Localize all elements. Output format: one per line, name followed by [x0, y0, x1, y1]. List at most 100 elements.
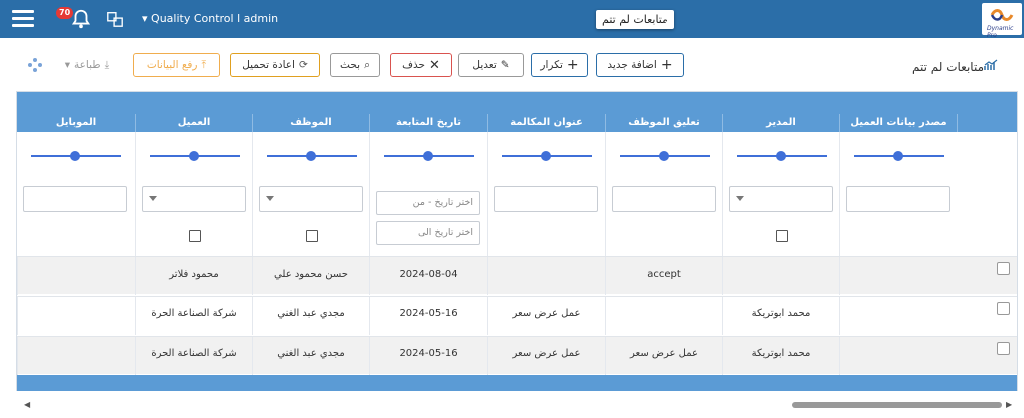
- cell-comment: accept: [605, 257, 722, 295]
- tab-close-button[interactable]: X: [665, 12, 673, 26]
- cell-comment: [605, 297, 722, 335]
- filter-mobile: [17, 132, 135, 256]
- language-icon[interactable]: [106, 10, 124, 28]
- cell-employee-text: مجدي عبد الغني: [277, 348, 345, 359]
- logo-text: Dynamic Pro: [987, 25, 1014, 39]
- title-filter-input[interactable]: [494, 186, 598, 212]
- delete-button[interactable]: حذف ✕: [390, 53, 452, 77]
- edit-button[interactable]: تعديل ✎: [458, 53, 524, 77]
- user-dropdown[interactable]: ▾ Quality Control l admin: [142, 12, 278, 25]
- filter-manager: [722, 132, 839, 256]
- date-from-input[interactable]: اختر تاريخ - من: [376, 191, 480, 215]
- scrollbar-thumb[interactable]: [792, 402, 1002, 408]
- employee-filter-checkbox[interactable]: [306, 230, 318, 242]
- scroll-left-icon[interactable]: ◀: [24, 400, 30, 409]
- cell-manager-text: محمد ابوتريكة: [751, 308, 811, 319]
- repeat-button[interactable]: تكرار +: [531, 53, 588, 77]
- date-to-input[interactable]: اختر تاريخ الى: [376, 221, 480, 245]
- cell-client: محمود فلاتر: [135, 257, 252, 295]
- cell-comment: عمل عرض سعر: [605, 337, 722, 375]
- page-title: متابعات لم تتم: [911, 60, 984, 74]
- comment-filter-input[interactable]: [612, 186, 716, 212]
- manager-filter-checkbox[interactable]: [776, 230, 788, 242]
- client-filter-checkbox[interactable]: [189, 230, 201, 242]
- row-checkbox[interactable]: [997, 342, 1010, 355]
- dropdown-arrow-icon: [736, 196, 744, 201]
- title-slider[interactable]: [502, 149, 592, 163]
- cell-title-text: عمل عرض سعر: [512, 348, 581, 359]
- chevron-down-icon: ▾: [64, 59, 70, 71]
- mobile-slider[interactable]: [31, 149, 121, 163]
- app-logo: Dynamic Pro: [982, 3, 1022, 39]
- settings-dots-icon[interactable]: [28, 58, 42, 72]
- header-mobile[interactable]: الموبايل: [17, 114, 135, 132]
- cell-comment-text: عمل عرض سعر: [630, 348, 698, 359]
- cell-employee: مجدي عبد الغني: [252, 337, 369, 375]
- top-navbar: 70 ▾ Quality Control l admin متابعات لم …: [0, 0, 1024, 39]
- manager-slider[interactable]: [737, 149, 827, 163]
- header-comment[interactable]: تعليق الموظف: [605, 114, 722, 132]
- cell-client: شركة الصناعة الحرة: [135, 297, 252, 335]
- table-row[interactable]: محمد ابوتريكة عمل عرض سعر عمل عرض سعر 2024-…: [17, 336, 1017, 375]
- dropdown-arrow-icon: [266, 196, 274, 201]
- manager-filter-select[interactable]: [729, 186, 833, 212]
- edit-icon: ✎: [500, 59, 510, 71]
- reload-button[interactable]: اعادة تحميل ⟳: [230, 53, 320, 77]
- filter-row: اختر تاريخ - من اختر تاريخ الى: [17, 132, 1017, 256]
- cell-mobile: [17, 257, 135, 295]
- cell-date: 2024-08-04: [369, 257, 487, 295]
- hamburger-menu-icon[interactable]: [12, 10, 34, 28]
- cell-source: [839, 297, 957, 335]
- cell-manager: [722, 257, 839, 295]
- comment-slider[interactable]: [620, 149, 710, 163]
- source-slider[interactable]: [854, 149, 944, 163]
- horizontal-scrollbar[interactable]: ◀ ▶: [16, 398, 1018, 412]
- cell-employee-text: حسن محمود علي: [274, 269, 348, 280]
- client-slider[interactable]: [150, 149, 240, 163]
- filter-employee: [252, 132, 369, 256]
- cell-comment-text: accept: [647, 269, 681, 280]
- cell-client-text: شركة الصناعة الحرة: [151, 308, 237, 319]
- upload-button[interactable]: رفع البيانات ⤒: [133, 53, 220, 77]
- filter-client: [135, 132, 252, 256]
- header-manager[interactable]: المدير: [722, 114, 839, 132]
- cell-source: [839, 257, 957, 295]
- mobile-filter-input[interactable]: [23, 186, 127, 212]
- filter-comment: [605, 132, 722, 256]
- cell-client-text: شركة الصناعة الحرة: [151, 348, 237, 359]
- source-filter-input[interactable]: [846, 186, 950, 212]
- client-filter-select[interactable]: [142, 186, 246, 212]
- filter-date: اختر تاريخ - من اختر تاريخ الى: [369, 132, 487, 256]
- header-client[interactable]: العميل: [135, 114, 252, 132]
- table-row[interactable]: محمد ابوتريكة عمل عرض سعر 2024-05-16 مجدي ع…: [17, 296, 1017, 335]
- header-employee[interactable]: الموظف: [252, 114, 369, 132]
- cell-date-text: 2024-08-04: [399, 269, 458, 280]
- row-checkbox[interactable]: [997, 302, 1010, 315]
- employee-slider[interactable]: [267, 149, 357, 163]
- row-checkbox[interactable]: [997, 262, 1010, 275]
- bell-icon[interactable]: [70, 8, 92, 30]
- cell-date-text: 2024-05-16: [399, 308, 458, 319]
- search-icon: ⌕: [364, 58, 370, 71]
- cell-source: [839, 337, 957, 375]
- cell-date: 2024-05-16: [369, 337, 487, 375]
- header-source[interactable]: مصدر بيانات العميل: [839, 114, 957, 132]
- scroll-right-icon[interactable]: ▶: [1006, 400, 1012, 409]
- cell-employee: مجدي عبد الغني: [252, 297, 369, 335]
- cell-date-text: 2024-05-16: [399, 348, 458, 359]
- cell-title: عمل عرض سعر: [487, 297, 605, 335]
- header-title[interactable]: عنوان المكالمة: [487, 114, 605, 132]
- cell-title-text: عمل عرض سعر: [512, 308, 581, 319]
- cell-employee-text: مجدي عبد الغني: [277, 308, 345, 319]
- date-slider[interactable]: [384, 149, 474, 163]
- employee-filter-select[interactable]: [259, 186, 363, 212]
- cell-mobile: [17, 337, 135, 375]
- search-button[interactable]: بحث ⌕: [330, 53, 380, 77]
- cell-title: [487, 257, 605, 295]
- add-new-button[interactable]: اضافة جديد +: [596, 53, 684, 77]
- table-row[interactable]: accept 2024-08-04 حسن محمود علي محمود فلاتر: [17, 256, 1017, 295]
- active-tab[interactable]: متابعات لم تتم: [596, 10, 675, 29]
- cell-date: 2024-05-16: [369, 297, 487, 335]
- header-date[interactable]: تاريخ المتابعة: [369, 114, 487, 132]
- print-button[interactable]: ▾ طباعة ⤓: [54, 53, 120, 77]
